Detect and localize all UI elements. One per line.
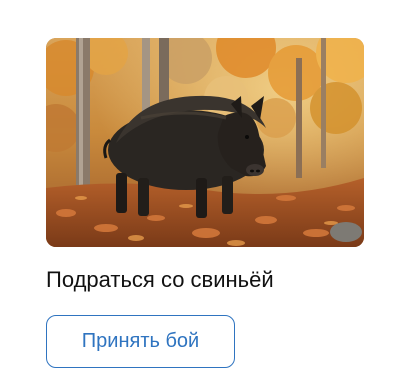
accept-fight-button-label: Принять бой — [81, 330, 200, 352]
boar-photo[interactable] — [46, 38, 364, 247]
content-card: Подраться со свиньёй Принять бой — [0, 0, 400, 386]
card-title: Подраться со свиньёй — [46, 267, 274, 292]
boar-forest-illustration — [46, 38, 364, 247]
accept-fight-button[interactable]: Принять бой — [46, 315, 235, 368]
